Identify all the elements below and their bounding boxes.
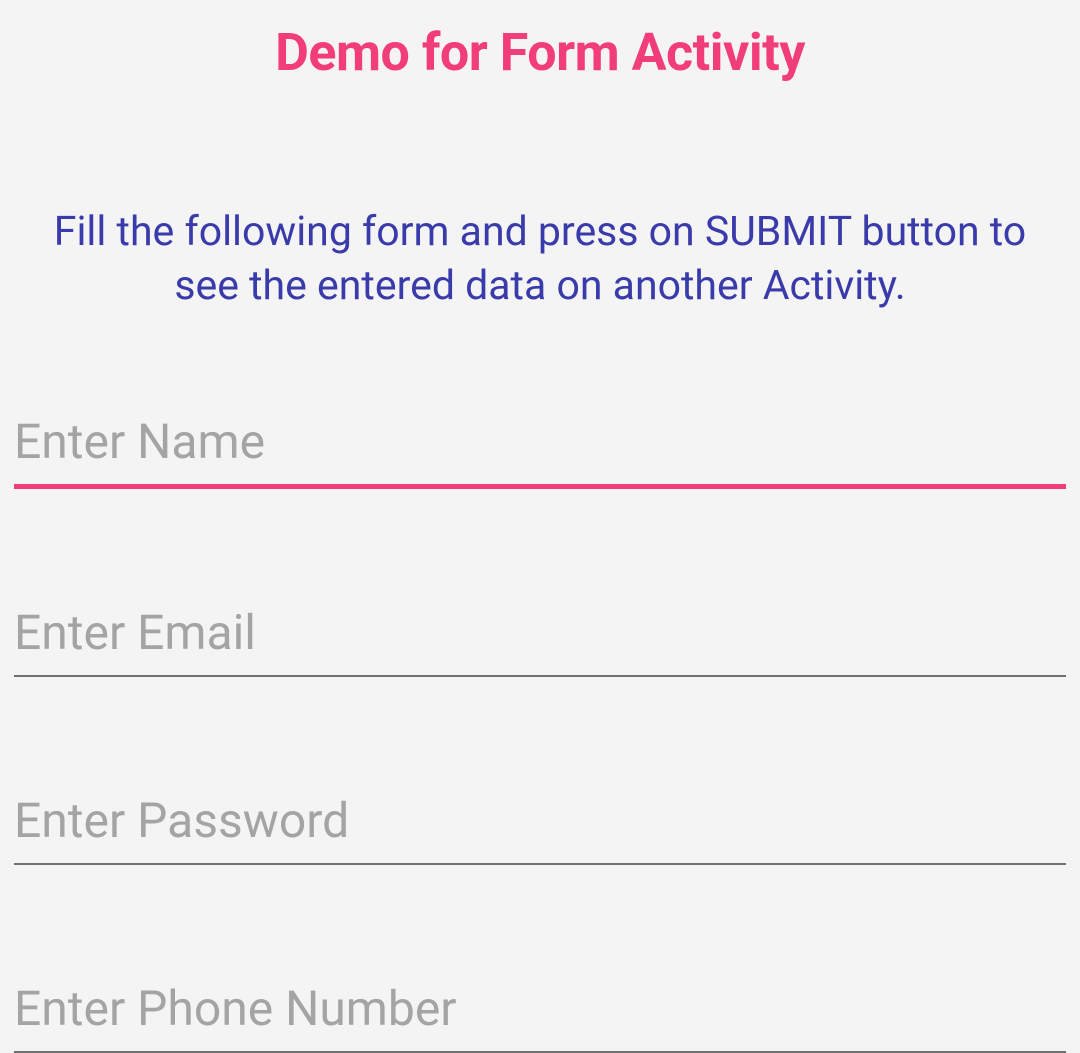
- phone-field-wrapper: [14, 980, 1066, 1053]
- phone-input[interactable]: [14, 980, 1066, 1053]
- form-container: [14, 413, 1066, 1053]
- instruction-text: Fill the following form and press on SUB…: [14, 205, 1066, 313]
- name-input[interactable]: [14, 413, 1066, 489]
- password-input[interactable]: [14, 792, 1066, 865]
- email-field-wrapper: [14, 604, 1066, 677]
- page-title: Demo for Form Activity: [14, 22, 1066, 83]
- name-field-wrapper: [14, 413, 1066, 489]
- password-field-wrapper: [14, 792, 1066, 865]
- email-input[interactable]: [14, 604, 1066, 677]
